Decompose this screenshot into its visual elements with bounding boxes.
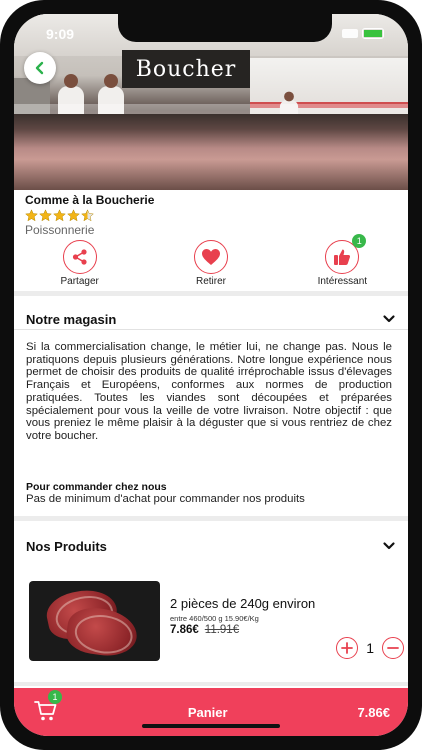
store-name: Comme à la Boucherie	[25, 193, 155, 207]
star-icon	[53, 209, 66, 222]
section-divider	[14, 516, 408, 521]
remove-label: Retirer	[195, 276, 226, 287]
quantity-value: 1	[366, 640, 374, 656]
cart-total: 7.86€	[357, 704, 390, 720]
product-price: 7.86€	[170, 624, 199, 636]
star-icon	[67, 209, 80, 222]
about-text: Si la commercialisation change, le métie…	[26, 341, 392, 442]
minus-icon	[387, 647, 399, 649]
interesting-label: Intéressant	[317, 276, 368, 287]
store-actions: Partager Retirer 1 Intéressant	[14, 234, 408, 290]
star-icon	[25, 209, 38, 222]
favorite-button-circle[interactable]	[193, 240, 228, 274]
store-info: Comme à la Boucherie Poissonnerie	[25, 193, 154, 237]
thumbs-up-icon	[334, 249, 351, 265]
battery-icon	[362, 28, 384, 39]
product-title: 2 pièces de 240g environ	[170, 596, 316, 611]
cart-count-badge: 1	[48, 690, 62, 704]
cart-bar[interactable]: 1 Panier 7.86€	[14, 688, 408, 736]
home-indicator	[142, 724, 280, 728]
section-divider	[14, 291, 408, 296]
product-card[interactable]: 2 pièces de 240g environ entre 460/500 g…	[29, 581, 404, 661]
signal-icon	[342, 29, 358, 38]
notch	[118, 14, 332, 42]
order-text: Pas de minimum d'achat pour commander no…	[26, 493, 305, 505]
chevron-down-icon[interactable]	[382, 312, 396, 326]
section-divider	[14, 682, 408, 686]
share-button-circle[interactable]	[62, 240, 97, 274]
product-old-price: 11.91€	[204, 624, 240, 636]
interesting-button[interactable]: 1 Intéressant	[277, 234, 408, 290]
remove-favorite-button[interactable]: Retirer	[145, 240, 276, 290]
share-label: Partager	[60, 276, 99, 287]
header-separator	[14, 329, 408, 330]
phone-frame: Boucher 9:09 Comme à la Boucherie Poisso…	[0, 0, 422, 750]
interesting-count-badge: 1	[352, 234, 367, 248]
plus-icon	[341, 642, 354, 654]
increase-quantity-button[interactable]	[336, 637, 359, 659]
cart-button[interactable]: 1	[34, 690, 62, 724]
star-icon	[81, 209, 94, 222]
products-section-title: Nos Produits	[26, 538, 107, 554]
product-image	[29, 581, 160, 661]
hero-shop-sign: Boucher	[122, 50, 250, 88]
products-section-header[interactable]: Nos Produits	[26, 534, 396, 558]
status-time: 9:09	[46, 26, 75, 42]
order-title: Pour commander chez nous	[26, 481, 167, 493]
product-price-row: 7.86€ 11.91€	[170, 624, 239, 636]
product-unit-info: entre 460/500 g 15.90€/Kg	[170, 614, 259, 623]
decrease-quantity-button[interactable]	[382, 637, 404, 659]
about-section-title: Notre magasin	[26, 311, 117, 327]
star-icon	[39, 209, 52, 222]
store-category: Poissonnerie	[25, 223, 95, 237]
steak-image	[64, 604, 140, 660]
hero-meat-counter	[14, 114, 408, 190]
back-button[interactable]	[24, 52, 56, 84]
share-icon	[72, 249, 87, 265]
about-section-header[interactable]: Notre magasin	[26, 307, 396, 331]
chevron-left-icon	[35, 61, 44, 75]
store-rating	[25, 209, 154, 222]
cart-label: Panier	[187, 704, 228, 720]
interesting-button-circle[interactable]: 1	[325, 234, 367, 274]
chevron-down-icon[interactable]	[382, 539, 396, 553]
app-screen: Boucher 9:09 Comme à la Boucherie Poisso…	[14, 14, 408, 736]
heart-icon	[201, 249, 220, 265]
quantity-stepper: 1	[336, 637, 404, 659]
status-icons	[342, 28, 384, 39]
share-button[interactable]: Partager	[14, 240, 145, 290]
